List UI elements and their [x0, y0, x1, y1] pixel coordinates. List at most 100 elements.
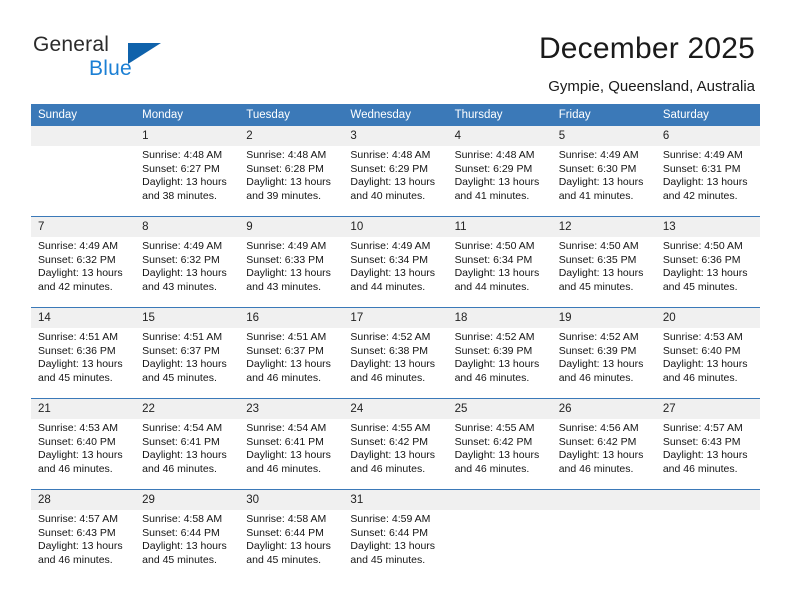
day-detail-sunrise: Sunrise: 4:51 AM — [38, 331, 118, 343]
day-detail-daylight1: Daylight: 13 hours — [454, 358, 540, 371]
day-details: Sunrise: 4:57 AM Sunset: 6:43 PM Daylight:… — [656, 419, 760, 476]
day-details: Sunrise: 4:52 AM Sunset: 6:39 PM Daylight:… — [448, 328, 552, 385]
weekday-header-saturday: Saturday — [655, 104, 760, 126]
day-details: Sunrise: 4:54 AM Sunset: 6:41 PM Daylight:… — [239, 419, 343, 476]
day-detail-sunset: Sunset: 6:40 PM — [38, 435, 116, 448]
calendar-day-cell[interactable]: 12 Sunrise: 4:50 AM Sunset: 6:35 PM Dayligh… — [551, 216, 656, 308]
general-blue-logo[interactable]: General Blue — [33, 33, 233, 85]
day-details: Sunrise: 4:48 AM Sunset: 6:29 PM Daylight:… — [343, 146, 447, 203]
day-number: 11 — [447, 217, 552, 237]
day-detail-daylight2: and 46 minutes. — [454, 462, 530, 475]
calendar-week-row: 1 Sunrise: 4:48 AM Sunset: 6:27 PM Daylight… — [31, 126, 760, 217]
day-details: Sunrise: 4:48 AM Sunset: 6:28 PM Daylight:… — [239, 146, 343, 203]
calendar-day-cell[interactable]: 23 Sunrise: 4:54 AM Sunset: 6:41 PM Dayligh… — [239, 398, 344, 490]
day-detail-sunrise: Sunrise: 4:49 AM — [142, 240, 223, 252]
day-number: 2 — [239, 126, 344, 146]
calendar-day-cell[interactable]: 16 Sunrise: 4:51 AM Sunset: 6:37 PM Dayligh… — [239, 307, 344, 399]
day-details: Sunrise: 4:49 AM Sunset: 6:30 PM Daylight:… — [552, 146, 656, 203]
day-detail-daylight2: and 46 minutes. — [246, 371, 321, 384]
calendar-day-cell[interactable]: 8 Sunrise: 4:49 AM Sunset: 6:32 PM Daylight… — [135, 216, 240, 308]
day-details: Sunrise: 4:52 AM Sunset: 6:38 PM Daylight:… — [343, 328, 447, 385]
day-detail-sunset: Sunset: 6:44 PM — [142, 526, 220, 539]
day-detail-sunset: Sunset: 6:43 PM — [662, 435, 741, 448]
day-detail-sunrise: Sunrise: 4:53 AM — [662, 331, 743, 343]
day-details: Sunrise: 4:55 AM Sunset: 6:42 PM Daylight:… — [448, 419, 552, 476]
day-detail-daylight1: Daylight: 13 hours — [142, 358, 227, 371]
calendar-day-cell[interactable]: 27 Sunrise: 4:57 AM Sunset: 6:43 PM Dayligh… — [655, 398, 760, 490]
calendar-day-cell[interactable]: 18 Sunrise: 4:52 AM Sunset: 6:39 PM Dayligh… — [447, 307, 552, 399]
day-detail-daylight1: Daylight: 13 hours — [662, 176, 748, 189]
day-details: Sunrise: 4:51 AM Sunset: 6:37 PM Daylight:… — [239, 328, 343, 385]
day-detail-daylight2: and 40 minutes. — [350, 189, 426, 202]
calendar-day-cell[interactable]: 11 Sunrise: 4:50 AM Sunset: 6:34 PM Dayligh… — [447, 216, 552, 308]
day-details: Sunrise: 4:48 AM Sunset: 6:27 PM Daylight:… — [135, 146, 239, 203]
calendar-day-cell[interactable]: 20 Sunrise: 4:53 AM Sunset: 6:40 PM Dayligh… — [655, 307, 760, 399]
calendar-table: Sunday Monday Tuesday Wednesday Thursday Frid… — [31, 104, 760, 580]
day-detail-daylight2: and 46 minutes. — [246, 462, 321, 475]
calendar-page: General Blue December 2025 Gympie, Queen… — [0, 0, 792, 612]
day-detail-sunset: Sunset: 6:44 PM — [350, 526, 429, 539]
day-detail-daylight2: and 45 minutes. — [350, 553, 426, 566]
day-details: Sunrise: 4:57 AM Sunset: 6:43 PM Daylight:… — [31, 510, 135, 567]
day-details: Sunrise: 4:51 AM Sunset: 6:37 PM Daylight:… — [135, 328, 239, 385]
calendar-day-cell[interactable]: 5 Sunrise: 4:49 AM Sunset: 6:30 PM Daylight… — [551, 126, 656, 217]
calendar-day-cell[interactable]: 28 Sunrise: 4:57 AM Sunset: 6:43 PM Dayligh… — [31, 489, 136, 580]
calendar-day-cell[interactable]: 10 Sunrise: 4:49 AM Sunset: 6:34 PM Dayligh… — [343, 216, 448, 308]
day-number: 20 — [655, 308, 760, 328]
calendar-day-cell[interactable]: 13 Sunrise: 4:50 AM Sunset: 6:36 PM Dayligh… — [655, 216, 760, 308]
day-details: Sunrise: 4:53 AM Sunset: 6:40 PM Daylight:… — [656, 328, 760, 385]
weekday-header-sunday: Sunday — [31, 104, 136, 126]
day-detail-sunset: Sunset: 6:42 PM — [454, 435, 533, 448]
calendar-day-cell[interactable]: 17 Sunrise: 4:52 AM Sunset: 6:38 PM Dayligh… — [343, 307, 448, 399]
day-number: 24 — [343, 399, 448, 419]
day-detail-sunset: Sunset: 6:43 PM — [38, 526, 116, 539]
day-detail-sunset: Sunset: 6:44 PM — [246, 526, 324, 539]
day-detail-sunset: Sunset: 6:40 PM — [662, 344, 741, 357]
day-detail-daylight2: and 45 minutes. — [558, 280, 634, 293]
day-detail-daylight1: Daylight: 13 hours — [350, 540, 436, 553]
day-detail-daylight2: and 45 minutes. — [142, 553, 217, 566]
day-detail-daylight1: Daylight: 13 hours — [246, 540, 331, 553]
day-number: 12 — [551, 217, 656, 237]
calendar-day-cell[interactable]: 29 Sunrise: 4:58 AM Sunset: 6:44 PM Dayligh… — [135, 489, 240, 580]
day-detail-daylight2: and 41 minutes. — [558, 189, 634, 202]
day-details: Sunrise: 4:51 AM Sunset: 6:36 PM Daylight:… — [31, 328, 135, 385]
day-detail-daylight1: Daylight: 13 hours — [38, 540, 123, 553]
day-number: 15 — [135, 308, 240, 328]
calendar-day-cell[interactable]: 7 Sunrise: 4:49 AM Sunset: 6:32 PM Daylight… — [31, 216, 136, 308]
calendar-day-cell[interactable]: 21 Sunrise: 4:53 AM Sunset: 6:40 PM Dayligh… — [31, 398, 136, 490]
calendar-day-cell[interactable]: 9 Sunrise: 4:49 AM Sunset: 6:33 PM Daylight… — [239, 216, 344, 308]
day-detail-daylight1: Daylight: 13 hours — [558, 449, 644, 462]
calendar-day-cell[interactable]: 1 Sunrise: 4:48 AM Sunset: 6:27 PM Daylight… — [135, 126, 240, 217]
day-detail-sunrise: Sunrise: 4:48 AM — [454, 149, 535, 161]
day-detail-daylight2: and 46 minutes. — [662, 371, 738, 384]
calendar-day-cell[interactable]: 25 Sunrise: 4:55 AM Sunset: 6:42 PM Dayligh… — [447, 398, 552, 490]
calendar-day-cell[interactable]: 26 Sunrise: 4:56 AM Sunset: 6:42 PM Dayligh… — [551, 398, 656, 490]
calendar-day-cell[interactable]: 3 Sunrise: 4:48 AM Sunset: 6:29 PM Daylight… — [343, 126, 448, 217]
day-number: 21 — [31, 399, 136, 419]
calendar-day-cell[interactable]: 14 Sunrise: 4:51 AM Sunset: 6:36 PM Dayligh… — [31, 307, 136, 399]
calendar-day-cell-empty — [31, 126, 136, 217]
day-detail-daylight1: Daylight: 13 hours — [454, 176, 540, 189]
calendar-day-cell[interactable]: 4 Sunrise: 4:48 AM Sunset: 6:29 PM Daylight… — [447, 126, 552, 217]
calendar-day-cell[interactable]: 22 Sunrise: 4:54 AM Sunset: 6:41 PM Dayligh… — [135, 398, 240, 490]
day-detail-sunrise: Sunrise: 4:59 AM — [350, 513, 431, 525]
day-detail-sunset: Sunset: 6:27 PM — [142, 162, 220, 175]
day-detail-sunrise: Sunrise: 4:58 AM — [246, 513, 327, 525]
calendar-day-cell[interactable]: 2 Sunrise: 4:48 AM Sunset: 6:28 PM Daylight… — [239, 126, 344, 217]
day-number — [31, 126, 136, 146]
day-detail-daylight2: and 45 minutes. — [142, 371, 217, 384]
day-number: 5 — [551, 126, 656, 146]
day-number: 26 — [551, 399, 656, 419]
calendar-day-cell[interactable]: 24 Sunrise: 4:55 AM Sunset: 6:42 PM Dayligh… — [343, 398, 448, 490]
calendar-week-row: 14 Sunrise: 4:51 AM Sunset: 6:36 PM Dayligh… — [31, 307, 760, 399]
calendar-day-cell[interactable]: 30 Sunrise: 4:58 AM Sunset: 6:44 PM Dayligh… — [239, 489, 344, 580]
day-detail-daylight2: and 44 minutes. — [350, 280, 426, 293]
calendar-day-cell[interactable]: 31 Sunrise: 4:59 AM Sunset: 6:44 PM Dayligh… — [343, 489, 448, 580]
day-details: Sunrise: 4:58 AM Sunset: 6:44 PM Daylight:… — [239, 510, 343, 567]
calendar-day-cell[interactable]: 19 Sunrise: 4:52 AM Sunset: 6:39 PM Dayligh… — [551, 307, 656, 399]
calendar-day-cell[interactable]: 6 Sunrise: 4:49 AM Sunset: 6:31 PM Daylight… — [655, 126, 760, 217]
calendar-day-cell[interactable]: 15 Sunrise: 4:51 AM Sunset: 6:37 PM Dayligh… — [135, 307, 240, 399]
day-detail-daylight2: and 44 minutes. — [454, 280, 530, 293]
calendar-week-row: 21 Sunrise: 4:53 AM Sunset: 6:40 PM Dayligh… — [31, 398, 760, 490]
